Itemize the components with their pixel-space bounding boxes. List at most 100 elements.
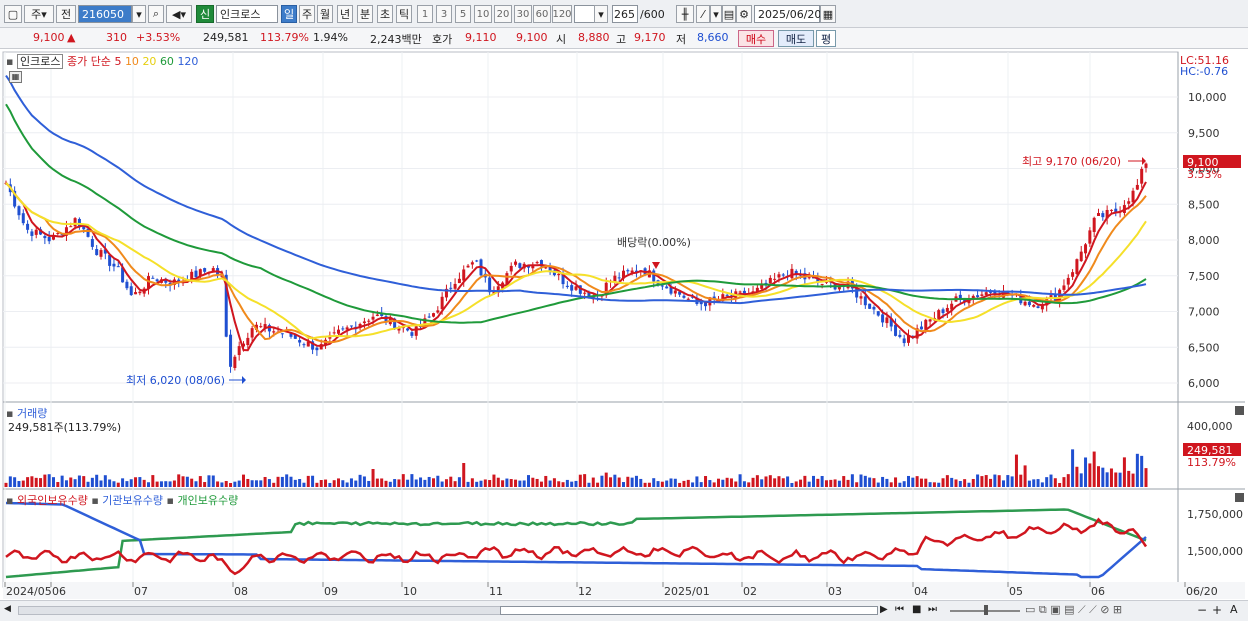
zoom-in-icon[interactable]: +	[1212, 603, 1222, 617]
volume-bar	[103, 475, 107, 487]
period-week[interactable]: 주	[299, 5, 315, 23]
candle-body	[976, 295, 980, 298]
candle-body	[125, 281, 129, 289]
gear-icon[interactable]: ⚙	[736, 5, 752, 23]
volume-bar	[941, 478, 945, 487]
volume-bar	[768, 475, 772, 487]
rewind-icon[interactable]: ⏮	[895, 604, 904, 615]
volume-bar	[712, 482, 716, 487]
dividend-annotation: 배당락(0.00%)	[617, 236, 691, 249]
num-10[interactable]: 10	[474, 5, 492, 23]
font-size-icon[interactable]: A	[1230, 603, 1238, 616]
volume-bar	[764, 476, 768, 487]
count-input[interactable]: 265	[612, 5, 638, 23]
num-60[interactable]: 60	[533, 5, 551, 23]
candle-body	[807, 277, 811, 279]
sell-button[interactable]: 매도	[778, 30, 814, 47]
speaker-icon[interactable]: ◀▾	[166, 5, 192, 23]
period-minute[interactable]: 분	[357, 5, 373, 23]
holding-close-icon[interactable]	[1235, 493, 1244, 502]
search-icon[interactable]: ⌕	[148, 5, 164, 23]
num-1[interactable]: 1	[417, 5, 433, 23]
stock-name-field[interactable]: 인크로스	[216, 5, 278, 23]
num-30[interactable]: 30	[514, 5, 532, 23]
stock-code-input[interactable]: 216050	[78, 5, 132, 23]
candle-body	[1023, 301, 1027, 306]
period-day[interactable]: 일	[281, 5, 297, 23]
volume-bar	[717, 478, 720, 487]
code-dropdown-icon[interactable]: ▾	[132, 5, 146, 23]
candle-body	[626, 270, 630, 272]
num-3[interactable]: 3	[436, 5, 452, 23]
calendar-icon[interactable]: ▦	[820, 5, 836, 23]
x-tick-label: 12	[578, 585, 592, 598]
calculator-icon[interactable]: ▦	[9, 71, 22, 83]
period-tick[interactable]: 틱	[396, 5, 412, 23]
volume-bar	[1144, 468, 1148, 487]
volume-bar	[229, 482, 233, 487]
candle-body	[134, 292, 138, 295]
scroll-thumb[interactable]	[500, 606, 878, 615]
candle-body	[1071, 272, 1075, 277]
drawing-icon[interactable]: ⁄	[696, 5, 710, 23]
volume-bar	[401, 474, 405, 487]
x-tick-label: 06	[1091, 585, 1105, 598]
num-20[interactable]: 20	[494, 5, 512, 23]
candle-body	[406, 328, 410, 331]
zoom-handle[interactable]	[984, 605, 988, 615]
volume-bar	[155, 481, 159, 487]
volume-bar	[496, 477, 500, 487]
num-120[interactable]: 120	[552, 5, 572, 23]
candle-body	[203, 268, 207, 272]
volume-bar	[881, 476, 885, 487]
volume-bar	[613, 474, 617, 487]
candle-body	[868, 303, 872, 309]
volume-bar	[734, 481, 738, 487]
volume-bar	[531, 477, 535, 487]
candle-body	[151, 277, 155, 279]
save-icon[interactable]: ▤	[722, 5, 736, 23]
tool-dropdown-icon[interactable]: ▾	[710, 5, 722, 23]
bid-price: 9,110	[465, 31, 497, 44]
volume-bar	[561, 482, 565, 487]
candle-body	[673, 290, 677, 294]
volume-bar	[656, 481, 660, 487]
period-second[interactable]: 초	[377, 5, 393, 23]
mode-select-2[interactable]: 전	[56, 5, 76, 23]
zoom-out-icon[interactable]: −	[1197, 603, 1207, 617]
candle-icon[interactable]: ╫	[676, 5, 694, 23]
stop-icon[interactable]: ■	[912, 604, 921, 615]
eval-button[interactable]: 평	[816, 30, 836, 47]
scroll-left-icon[interactable]: ◀	[4, 604, 16, 617]
candle-body	[116, 266, 120, 268]
volume-bar	[125, 481, 129, 487]
date-input[interactable]: 2025/06/20	[754, 5, 821, 23]
volume-bar	[984, 475, 988, 487]
forward-icon[interactable]: ⏭	[928, 604, 937, 615]
period-year[interactable]: 년	[337, 5, 353, 23]
volume-bar	[90, 477, 94, 487]
layout-icons[interactable]: ▭ ⧉ ▣ ▤ ⟋ ⟋ ⊘ ⊞	[1025, 603, 1122, 617]
buy-button[interactable]: 매수	[738, 30, 774, 47]
volume-bar	[609, 477, 613, 487]
interval-dropdown-icon[interactable]: ▾	[594, 5, 608, 23]
candle-body	[250, 328, 254, 338]
ma20-label: 20	[142, 55, 157, 68]
volume-bar	[293, 479, 297, 487]
stock-title[interactable]: 인크로스	[16, 54, 64, 69]
volume-bar	[242, 474, 245, 487]
volume-close-icon[interactable]	[1235, 406, 1244, 415]
scroll-right-icon[interactable]: ▶	[880, 604, 888, 615]
candle-body	[1088, 230, 1092, 244]
mode-select-1[interactable]: 주 ▾	[24, 5, 54, 23]
individual-holding-label: 개인보유수량	[177, 494, 239, 507]
chart-area[interactable]: 10,0009,5009,0008,5008,0007,5007,0006,50…	[0, 49, 1248, 600]
num-5[interactable]: 5	[455, 5, 471, 23]
volume-bar	[622, 482, 625, 487]
volume-bar	[699, 482, 703, 487]
window-icon[interactable]: ▢	[4, 5, 22, 23]
period-month[interactable]: 월	[317, 5, 333, 23]
candle-body	[781, 274, 785, 276]
volume-bar	[194, 481, 198, 487]
candle-body	[574, 286, 578, 290]
